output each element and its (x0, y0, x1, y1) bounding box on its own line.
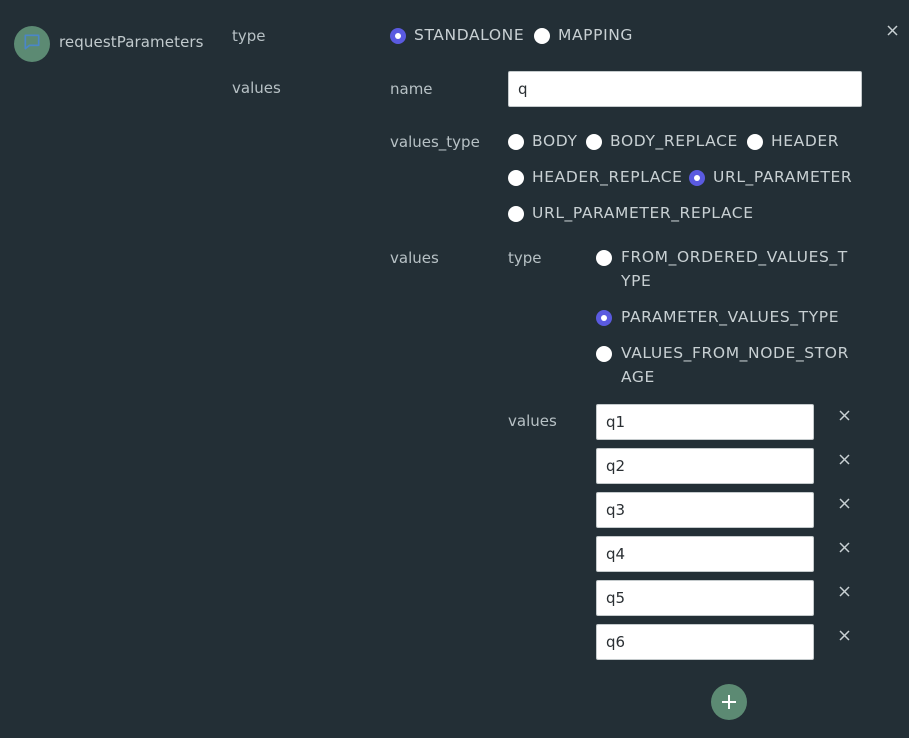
close-icon (838, 497, 850, 509)
value-field-6[interactable] (596, 624, 814, 660)
value-field-3[interactable] (596, 492, 814, 528)
values-type-url-parameter-label: URL_PARAMETER (713, 168, 853, 186)
inner-values-label: values (390, 249, 439, 267)
value-field-4[interactable] (596, 536, 814, 572)
close-icon (838, 453, 850, 465)
remove-value-button-3[interactable] (837, 496, 851, 510)
node-avatar (14, 26, 50, 62)
values-kind-from-node-storage-label-line1: VALUES_FROM_NODE_STOR (621, 344, 849, 362)
message-square-icon (22, 32, 42, 56)
values-kind-radio-from-ordered[interactable] (596, 250, 612, 266)
close-icon (886, 24, 898, 36)
value-field-2[interactable] (596, 448, 814, 484)
remove-value-button-2[interactable] (837, 452, 851, 466)
name-label: name (390, 80, 433, 98)
values-type-radio-header-replace[interactable] (508, 170, 524, 186)
values-label: values (232, 79, 281, 97)
values-kind-radio-from-node-storage[interactable] (596, 346, 612, 362)
type-label: type (232, 27, 266, 45)
inner-type-label: type (508, 249, 542, 267)
values-type-header-label: HEADER (771, 132, 840, 150)
value-field-5[interactable] (596, 580, 814, 616)
values-kind-radio-parameter-values[interactable] (596, 310, 612, 326)
values-type-header-replace-label: HEADER_REPLACE (532, 168, 683, 186)
plus-icon (722, 695, 736, 709)
values-type-radio-body-replace[interactable] (586, 134, 602, 150)
values-kind-from-node-storage-label-line2: AGE (621, 368, 655, 386)
values-type-body-replace-label: BODY_REPLACE (610, 132, 738, 150)
values-type-body-label: BODY (532, 132, 578, 150)
values-type-radio-url-parameter[interactable] (689, 170, 705, 186)
close-icon (838, 585, 850, 597)
type-radio-standalone[interactable] (390, 28, 406, 44)
values-kind-from-ordered-label-line1: FROM_ORDERED_VALUES_T (621, 248, 848, 266)
values-kind-from-ordered-label-line2: YPE (621, 272, 652, 290)
values-type-radio-body[interactable] (508, 134, 524, 150)
add-value-button[interactable] (711, 684, 747, 720)
type-option-mapping-label: MAPPING (558, 26, 634, 44)
close-icon (838, 409, 850, 421)
values-kind-parameter-values-label: PARAMETER_VALUES_TYPE (621, 308, 840, 326)
type-radio-mapping[interactable] (534, 28, 550, 44)
name-field[interactable] (508, 71, 862, 107)
remove-value-button-1[interactable] (837, 408, 851, 422)
close-icon (838, 541, 850, 553)
close-node-button[interactable] (885, 23, 899, 37)
close-icon (838, 629, 850, 641)
values-type-url-parameter-replace-label: URL_PARAMETER_REPLACE (532, 204, 754, 222)
list-values-label: values (508, 412, 557, 430)
values-type-radio-url-parameter-replace[interactable] (508, 206, 524, 222)
remove-value-button-5[interactable] (837, 584, 851, 598)
values-type-label: values_type (390, 133, 480, 151)
value-field-1[interactable] (596, 404, 814, 440)
remove-value-button-4[interactable] (837, 540, 851, 554)
values-type-radio-header[interactable] (747, 134, 763, 150)
remove-value-button-6[interactable] (837, 628, 851, 642)
type-option-standalone-label: STANDALONE (414, 26, 525, 44)
node-title: requestParameters (59, 33, 204, 51)
